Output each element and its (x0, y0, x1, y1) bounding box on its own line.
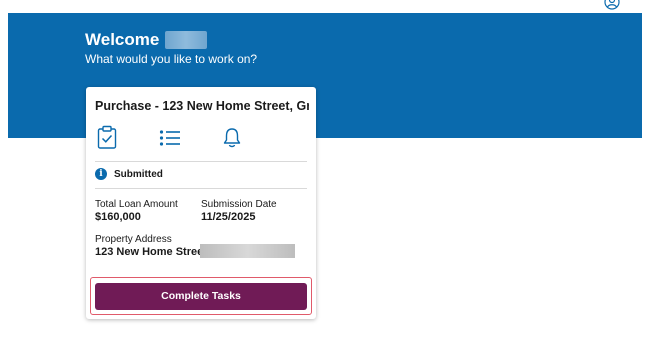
redacted-address (200, 244, 295, 258)
loan-card-title[interactable]: Purchase - 123 New Home Street, Gra... (95, 99, 309, 113)
divider (95, 161, 307, 162)
account-icon[interactable] (604, 0, 620, 10)
list-icon[interactable] (159, 129, 181, 147)
total-loan-amount-value: $160,000 (95, 211, 141, 223)
checklist-clipboard-icon[interactable] (97, 125, 117, 149)
redacted-user-name (165, 31, 208, 49)
status-row: i Submitted (95, 168, 163, 180)
total-loan-amount-label: Total Loan Amount (95, 199, 178, 210)
submission-date-label: Submission Date (201, 199, 277, 210)
complete-tasks-button[interactable]: Complete Tasks (95, 283, 307, 310)
loan-card-icon-row (86, 125, 316, 153)
welcome-subtitle: What would you like to work on? (85, 52, 258, 66)
divider (95, 188, 307, 189)
property-address-label: Property Address (95, 234, 172, 245)
submission-date-value: 11/25/2025 (201, 211, 256, 223)
status-label: Submitted (114, 168, 163, 180)
bell-icon[interactable] (223, 127, 241, 149)
welcome-label: Welcome (85, 30, 160, 49)
loan-card: Purchase - 123 New Home Street, Gra... i… (86, 87, 316, 319)
property-address-value: 123 New Home Street, (95, 246, 210, 258)
info-icon: i (95, 168, 107, 180)
welcome-heading: Welcome (85, 30, 208, 50)
